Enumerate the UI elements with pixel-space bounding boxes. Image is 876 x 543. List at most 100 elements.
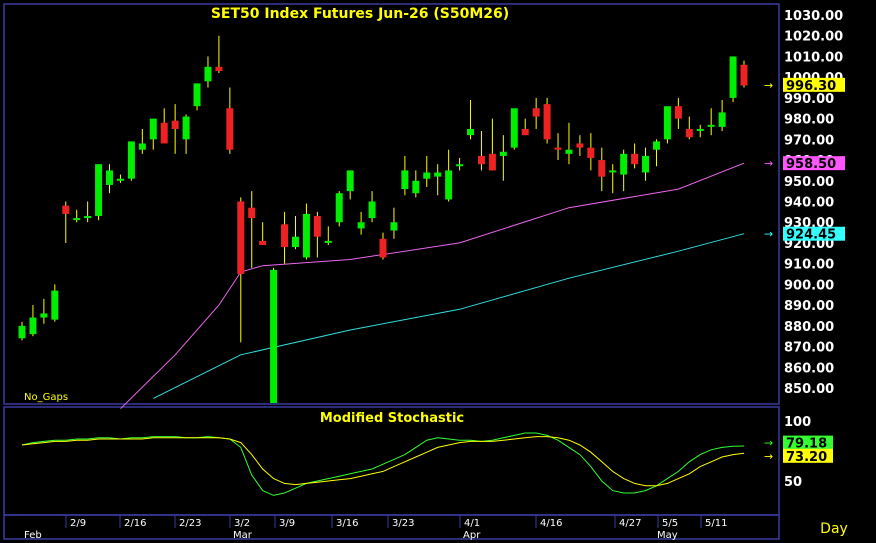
y-tick-label: 950.00 (784, 175, 834, 190)
candle (729, 56, 737, 103)
y-tick-label: 860.00 (784, 361, 834, 376)
candle (95, 164, 103, 221)
candle (335, 191, 343, 227)
candle-body-up (51, 290, 59, 320)
candle-body-down (674, 106, 682, 119)
candle-body-down (587, 147, 595, 158)
y-tick-label: 880.00 (784, 320, 834, 335)
date-tick-label: 3/2 (234, 518, 250, 529)
date-tick-label: 5/11 (705, 518, 727, 529)
candle-body-down (685, 128, 693, 138)
y-tick-label: 900.00 (784, 278, 834, 293)
month-label: Apr (463, 530, 481, 541)
ma-pink-label: 958.50 (786, 157, 836, 172)
candle-body-up (18, 325, 26, 339)
candle-body-up (401, 170, 409, 190)
candle-body-up (127, 141, 135, 179)
last-price-label: 996.30 (786, 79, 836, 94)
month-label: Mar (233, 530, 253, 541)
candle-body-down (598, 160, 606, 177)
candle-body-up (445, 170, 453, 200)
date-tick-label: 3/16 (336, 518, 358, 529)
y-tick-label: 990.00 (784, 92, 834, 107)
month-label: Feb (24, 530, 42, 541)
candle-body-down (226, 108, 234, 150)
candle-body-down (576, 143, 584, 148)
candle-body-down (313, 216, 321, 237)
y-tick-label: 1030.00 (784, 9, 843, 24)
candle-body-down (740, 64, 748, 86)
date-tick-label: 4/27 (619, 518, 641, 529)
candle-body-up (499, 151, 507, 156)
stoch-tick-label: 50 (784, 475, 802, 490)
candle-body-down (215, 66, 223, 71)
candle-body-up (270, 269, 278, 403)
y-tick-label: 980.00 (784, 113, 834, 128)
y-tick-label: 890.00 (784, 299, 834, 314)
candle-body-up (29, 317, 37, 335)
chart-canvas: 850.00 860.00 870.00 880.00 890.00 900.00 910.… (0, 0, 876, 543)
candle-body-up (729, 56, 737, 98)
y-tick-label: 850.00 (784, 382, 834, 397)
stoch-tick-label: 100 (784, 415, 811, 430)
candle-body-up (106, 170, 114, 185)
date-tick-label: 5/5 (662, 518, 678, 529)
candle-body-up (663, 106, 671, 140)
stoch-label-yellow: 73.20 (786, 450, 827, 465)
candle-body-up (291, 236, 299, 248)
candle-body-up (652, 141, 660, 150)
ma-cyan-label: 924.45 (786, 228, 836, 243)
date-tick-label: 3/23 (392, 518, 414, 529)
candle-body-up (346, 170, 354, 192)
y-tick-label: 1010.00 (784, 50, 843, 65)
candle-body-down (281, 224, 289, 248)
candle-body-down (237, 201, 245, 275)
candle-body-up (73, 218, 81, 221)
ma-cyan-label-arrow: → (764, 228, 773, 241)
stochastic-title: Modified Stochastic (320, 411, 464, 426)
candle (663, 106, 671, 144)
ma-pink-label-arrow: → (764, 157, 773, 170)
date-tick-label: 2/9 (70, 518, 86, 529)
candle-body-up (565, 149, 573, 154)
candle-body-up (718, 112, 726, 127)
candle-body-up (116, 178, 124, 181)
candle-body-down (379, 238, 387, 258)
x-axis-unit-label: Day (820, 521, 848, 537)
y-tick-label: 1020.00 (784, 30, 843, 45)
chart-title: SET50 Index Futures Jun-26 (S50M26) (211, 6, 509, 22)
candle-body-up (510, 108, 518, 148)
candle-body-down (488, 153, 496, 171)
date-tick-label: 4/16 (540, 518, 562, 529)
candle-body-up (467, 128, 475, 136)
candle (543, 97, 551, 144)
candle-body-up (696, 128, 704, 131)
date-tick-label: 3/9 (279, 518, 295, 529)
candle-body-down (554, 147, 562, 150)
date-tick-label: 2/23 (179, 518, 201, 529)
candle-body-up (204, 66, 212, 82)
candle-body-up (182, 116, 190, 140)
stoch-label-yellow-arrow: → (764, 450, 773, 463)
date-tick-label: 2/16 (124, 518, 146, 529)
candle (510, 108, 518, 150)
stoch-label-green-arrow: → (764, 437, 773, 450)
candle-body-up (423, 172, 431, 179)
candle (270, 267, 278, 403)
candle-body-down (62, 205, 70, 214)
candle (127, 141, 135, 181)
candle-body-up (138, 143, 146, 150)
candle-body-up (335, 193, 343, 223)
candle-body-up (642, 155, 650, 173)
no-gaps-note: No_Gaps (24, 392, 68, 403)
candle-body-up (40, 313, 48, 318)
candle-body-up (456, 164, 464, 167)
y-tick-label: 970.00 (784, 133, 834, 148)
y-tick-label: 870.00 (784, 341, 834, 356)
date-tick-label: 4/1 (464, 518, 480, 529)
candle-body-up (95, 164, 103, 217)
candle-body-down (543, 104, 551, 140)
candle-body-down (477, 155, 485, 165)
candle-body-up (149, 118, 157, 140)
candle-body-up (609, 170, 617, 173)
